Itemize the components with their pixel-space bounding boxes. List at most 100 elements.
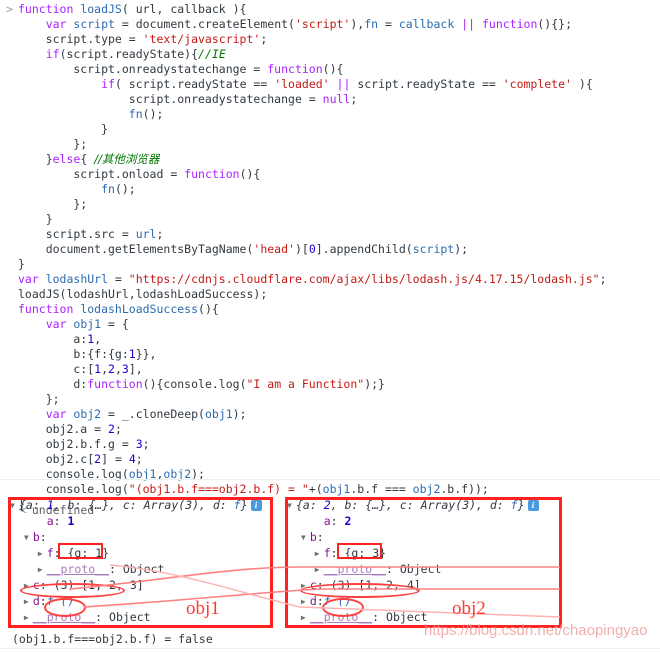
expand-triangle-down-icon[interactable]: ▼ xyxy=(287,498,296,514)
object-property-row[interactable]: ▶ f: {g: 3} xyxy=(287,545,545,561)
expand-triangle-right-icon[interactable]: ▶ xyxy=(301,610,310,626)
object-property-row[interactable]: ▶ __proto__: Object xyxy=(10,561,268,577)
code-line: script.onreadystatechange = function(){ xyxy=(0,62,660,77)
row-indent xyxy=(287,578,301,592)
info-icon[interactable]: i xyxy=(250,500,262,511)
object-header-token: {a: xyxy=(296,498,324,512)
expand-triangle-right-icon[interactable]: ▶ xyxy=(24,610,33,626)
object-property-key: d xyxy=(32,594,40,608)
code-token: 'loaded' xyxy=(274,77,330,91)
code-token: var xyxy=(18,272,46,286)
expand-triangle-down-icon[interactable]: ▼ xyxy=(24,530,33,546)
code-token: (){console.log( xyxy=(142,377,247,391)
object-property-row[interactable]: ▶ __proto__: Object xyxy=(287,609,545,625)
code-line: > function loadJS( url, callback ){ xyxy=(0,2,660,17)
code-token: function xyxy=(18,2,81,16)
object-property-row[interactable]: ▼ b: xyxy=(10,529,268,545)
object-property-row[interactable]: ▶ c: (3) [1, 2, 4] xyxy=(287,577,545,593)
object-property-row[interactable]: ▶ __proto__: Object xyxy=(10,609,268,625)
code-token: "https://cdnjs.cloudflare.com/ajax/libs/… xyxy=(128,272,600,286)
object-property-row[interactable]: ▶ __proto__: Object xyxy=(287,561,545,577)
code-token: fn xyxy=(101,182,115,196)
object-property-row[interactable]: ▶ f: {g: 1} xyxy=(10,545,268,561)
object-header-token: {a: xyxy=(19,498,47,512)
code-token: lodashUrl xyxy=(45,272,109,286)
row-indent xyxy=(10,546,38,560)
expand-triangle-right-icon[interactable]: ▶ xyxy=(315,546,324,562)
object-tree-obj2[interactable]: ▼ {a: 2, b: {…}, c: Array(3), d: f} i a: 2… xyxy=(287,497,545,625)
code-token: fn xyxy=(128,107,143,121)
expand-triangle-right-icon[interactable]: ▶ xyxy=(301,594,310,610)
code-indent-spacer xyxy=(6,362,18,377)
expand-triangle-down-icon[interactable]: ▼ xyxy=(301,530,310,546)
console-object-output: ▼ {a: 1, b: {…}, c: Array(3), d: f} i a: 1… xyxy=(0,497,660,629)
expand-triangle-right-icon[interactable]: ▶ xyxy=(315,562,324,578)
key-value-separator: : xyxy=(39,594,47,608)
object-property-key: a xyxy=(46,514,54,528)
expand-triangle-right-icon[interactable]: ▶ xyxy=(24,578,33,594)
code-indent-spacer xyxy=(6,152,18,167)
expand-triangle-right-icon[interactable]: ▶ xyxy=(38,562,47,578)
object-property-row[interactable]: a: 2 xyxy=(287,513,545,529)
code-token: )[ xyxy=(294,242,309,256)
row-indent xyxy=(10,514,38,528)
object-header-row[interactable]: ▼ {a: 2, b: {…}, c: Array(3), d: f} i xyxy=(287,497,545,513)
info-icon[interactable]: i xyxy=(527,500,539,511)
code-token: , xyxy=(101,362,109,376)
code-line: obj2.b.f.g = 3; xyxy=(0,437,660,452)
code-token: 3 xyxy=(135,437,143,451)
code-token: 'complete' xyxy=(502,77,572,91)
code-indent-spacer xyxy=(6,422,18,437)
object-property-row[interactable]: ▶ d:f () xyxy=(10,593,268,609)
object-property-key: c xyxy=(32,578,40,592)
row-spacer xyxy=(315,514,324,530)
code-line: a:1, xyxy=(0,332,660,347)
code-indent-spacer xyxy=(6,407,18,422)
code-indent-spacer xyxy=(6,257,18,272)
object-value: 2 xyxy=(344,514,352,528)
object-property-key: __proto__ xyxy=(323,562,387,576)
code-indent-spacer xyxy=(6,272,18,287)
object-header-token: 2 xyxy=(323,498,331,512)
object-value: f () xyxy=(46,594,75,608)
code-token: = document.createElement( xyxy=(114,17,295,31)
code-token: , xyxy=(114,362,122,376)
code-token: 4 xyxy=(128,452,136,466)
object-header-token: } xyxy=(240,498,248,512)
object-property-row[interactable]: ▶ c: (3) [1, 2, 3] xyxy=(10,577,268,593)
object-header-token: f xyxy=(510,498,518,512)
expand-triangle-right-icon[interactable]: ▶ xyxy=(38,546,47,562)
object-header-token: , b: {…}, c: Array(3), d: xyxy=(330,498,511,512)
object-property-row[interactable]: ▼ b: xyxy=(287,529,545,545)
object-property-row[interactable]: ▶ d:f () xyxy=(287,593,545,609)
console-log-result: (obj1.b.f===obj2.b.f) = false xyxy=(12,632,213,646)
code-token: ].appendChild( xyxy=(315,242,413,256)
code-indent-spacer xyxy=(6,377,18,392)
key-value-separator: : xyxy=(95,610,110,624)
expand-triangle-right-icon[interactable]: ▶ xyxy=(301,578,310,594)
key-value-separator: : xyxy=(53,514,68,528)
key-value-separator: : xyxy=(386,562,400,576)
expand-triangle-right-icon[interactable]: ▶ xyxy=(24,594,33,610)
code-token: (){ xyxy=(239,167,261,181)
row-indent xyxy=(10,594,24,608)
code-token: else xyxy=(52,152,81,166)
object-tree-obj1[interactable]: ▼ {a: 1, b: {…}, c: Array(3), d: f} i a: 1… xyxy=(10,497,268,625)
code-token: document.getElementsByTagName( xyxy=(18,242,254,256)
code-token: }; xyxy=(18,197,88,211)
key-value-separator: : xyxy=(39,578,54,592)
code-token: }}, xyxy=(135,347,157,361)
object-header-row[interactable]: ▼ {a: 1, b: {…}, c: Array(3), d: f} i xyxy=(10,497,268,513)
code-token: 3 xyxy=(121,362,129,376)
code-token: var xyxy=(45,317,74,331)
object-property-row[interactable]: a: 1 xyxy=(10,513,268,529)
code-token: null xyxy=(322,92,351,106)
code-token: script.onload = xyxy=(18,167,185,181)
object-value: f () xyxy=(323,594,352,608)
expand-triangle-down-icon[interactable]: ▼ xyxy=(10,498,19,514)
code-token: function xyxy=(184,167,240,181)
